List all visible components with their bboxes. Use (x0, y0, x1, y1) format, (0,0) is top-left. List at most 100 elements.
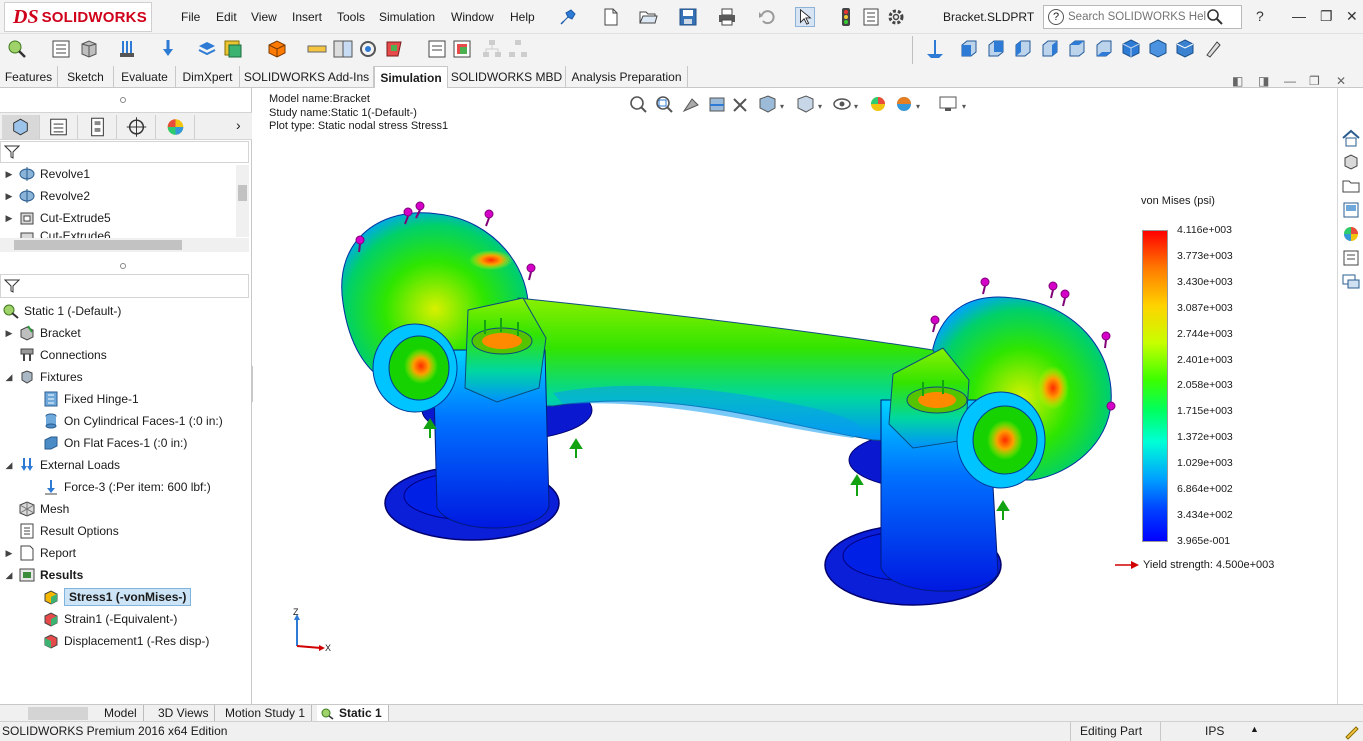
graphics-area[interactable]: Model name:Bracket Study name:Static 1(-… (253, 88, 1337, 704)
scrollbar-thumb[interactable] (238, 185, 247, 201)
front-view-icon[interactable] (958, 38, 980, 60)
collapse-arrow-icon[interactable]: ◢ (4, 460, 14, 471)
study-item-result-options[interactable]: Result Options (14, 520, 119, 542)
back-view-icon[interactable] (985, 38, 1007, 60)
minimize-icon[interactable]: — (1292, 8, 1306, 24)
study-item-external-loads[interactable]: ◢ External Loads (4, 454, 120, 476)
tab-motion-study-1[interactable]: Motion Study 1 (219, 705, 313, 722)
tree-vertical-scrollbar[interactable] (236, 165, 249, 237)
plot-tools-icon[interactable] (357, 38, 379, 60)
report-icon[interactable] (383, 38, 405, 60)
tab-solidworks-addins[interactable]: SOLIDWORKS Add-Ins (240, 66, 374, 88)
filter-icon[interactable] (4, 278, 20, 294)
tab-analysis-preparation[interactable]: Analysis Preparation (566, 66, 688, 88)
tree-item-cut-extrude5[interactable]: ▶ Cut-Extrude5 (4, 207, 111, 229)
results-advisor-icon[interactable] (266, 38, 288, 60)
menu-view[interactable]: View (251, 10, 277, 24)
viewport-tile-left-icon[interactable]: ◧ (1232, 74, 1243, 88)
display-manager-tab-icon[interactable] (157, 115, 195, 139)
tree-horizontal-scrollbar[interactable] (0, 238, 249, 252)
viewport-minimize-icon[interactable]: — (1284, 74, 1296, 88)
study-advisor-icon[interactable] (6, 38, 28, 60)
tab-dimxpert[interactable]: DimXpert (176, 66, 240, 88)
connections-advisor-icon[interactable] (196, 38, 218, 60)
compare-results-icon[interactable] (332, 38, 354, 60)
stress-legend[interactable]: von Mises (psi) 4.116e+003 3.773e+003 3.… (1135, 192, 1335, 582)
study-item-report[interactable]: ▶ Report (4, 542, 76, 564)
tab-model[interactable]: Model (98, 705, 144, 722)
tree-item-revolve2[interactable]: ▶ Revolve2 (4, 185, 90, 207)
filter-icon[interactable] (4, 144, 20, 160)
help-menu-icon[interactable]: ? (1256, 8, 1264, 24)
isometric-view-icon[interactable] (1120, 38, 1142, 60)
apply-material-icon[interactable] (78, 38, 100, 60)
design-library-icon[interactable] (1341, 152, 1361, 172)
normal-to-icon[interactable] (924, 38, 946, 60)
solidworks-forum-icon[interactable] (1341, 272, 1361, 292)
menu-insert[interactable]: Insert (292, 10, 322, 24)
collapse-arrow-icon[interactable]: ◢ (4, 372, 14, 383)
viewport-close-icon[interactable]: ✕ (1336, 74, 1346, 88)
study-item-strain1[interactable]: Strain1 (-Equivalent-) (38, 608, 177, 630)
include-image-icon[interactable] (426, 38, 448, 60)
unit-system-label[interactable]: IPS (1205, 724, 1224, 738)
new-document-icon[interactable] (601, 7, 621, 27)
tab-3d-views[interactable]: 3D Views (152, 705, 216, 722)
menu-help[interactable]: Help (510, 10, 535, 24)
restore-icon[interactable]: ❐ (1320, 8, 1333, 25)
custom-properties-icon[interactable] (1341, 248, 1361, 268)
expand-arrow-icon[interactable]: ▶ (4, 548, 14, 559)
close-icon[interactable]: ✕ (1346, 8, 1358, 25)
select-arrow-icon[interactable] (795, 7, 815, 27)
tab-evaluate[interactable]: Evaluate (114, 66, 176, 88)
search-icon[interactable] (1206, 8, 1224, 26)
property-manager-tab-icon[interactable] (40, 115, 78, 139)
undo-icon[interactable] (757, 7, 777, 27)
tab-features[interactable]: Features (0, 66, 58, 88)
study-item-force[interactable]: Force-3 (:Per item: 600 lbf:) (38, 476, 211, 498)
configuration-manager-tab-icon[interactable] (79, 115, 117, 139)
viewport-tile-right-icon[interactable]: ◨ (1258, 74, 1269, 88)
view-palette-icon[interactable] (1341, 200, 1361, 220)
study-item-cylindrical-faces[interactable]: On Cylindrical Faces-1 (:0 in:) (38, 410, 223, 432)
top-view-icon[interactable] (1066, 38, 1088, 60)
expand-arrow-icon[interactable]: ▶ (4, 213, 14, 224)
panel-splitter-grip[interactable] (120, 263, 126, 269)
save-icon[interactable] (678, 7, 698, 27)
help-search-box[interactable]: ? (1043, 5, 1242, 29)
unit-system-dropdown-icon[interactable]: ▲ (1250, 724, 1259, 734)
menu-tools[interactable]: Tools (337, 10, 365, 24)
study-item-fixtures[interactable]: ◢ Fixtures (4, 366, 83, 388)
right-view-icon[interactable] (1039, 38, 1061, 60)
tabs-scroll-right-icon[interactable]: › (236, 117, 241, 133)
study-item-connections[interactable]: Connections (14, 344, 107, 366)
assembly-tree-icon[interactable] (481, 38, 503, 60)
appearances-icon[interactable] (1341, 224, 1361, 244)
run-study-icon[interactable] (222, 38, 244, 60)
tab-scroll-buttons[interactable] (28, 707, 88, 720)
study-item-stress1[interactable]: Stress1 (-vonMises-) (38, 586, 192, 608)
feature-filter-bar[interactable] (0, 141, 249, 163)
menu-simulation[interactable]: Simulation (379, 10, 435, 24)
deformed-result-icon[interactable] (306, 38, 328, 60)
tab-static-1[interactable]: Static 1 (317, 705, 389, 722)
expand-arrow-icon[interactable]: ▶ (4, 191, 14, 202)
hierarchy-icon[interactable] (507, 38, 529, 60)
study-filter-bar[interactable] (0, 274, 249, 298)
help-search-input[interactable] (1068, 11, 1206, 23)
scrollbar-thumb[interactable] (14, 240, 182, 250)
print-icon[interactable] (717, 7, 737, 27)
results-list-icon[interactable] (50, 38, 72, 60)
study-item-displacement1[interactable]: Displacement1 (-Res disp-) (38, 630, 209, 652)
expand-arrow-icon[interactable]: ▶ (4, 169, 14, 180)
study-item-bracket[interactable]: ▶ Bracket (4, 322, 81, 344)
trimetric-view-icon[interactable] (1147, 38, 1169, 60)
bottom-view-icon[interactable] (1093, 38, 1115, 60)
tab-simulation[interactable]: Simulation (374, 66, 448, 88)
study-item-results[interactable]: ◢ Results (4, 564, 84, 586)
open-folder-icon[interactable] (638, 7, 658, 27)
dimxpert-manager-tab-icon[interactable] (118, 115, 156, 139)
study-item-flat-faces[interactable]: On Flat Faces-1 (:0 in:) (38, 432, 187, 454)
panel-splitter-grip[interactable] (120, 97, 126, 103)
file-explorer-icon[interactable] (1341, 176, 1361, 196)
